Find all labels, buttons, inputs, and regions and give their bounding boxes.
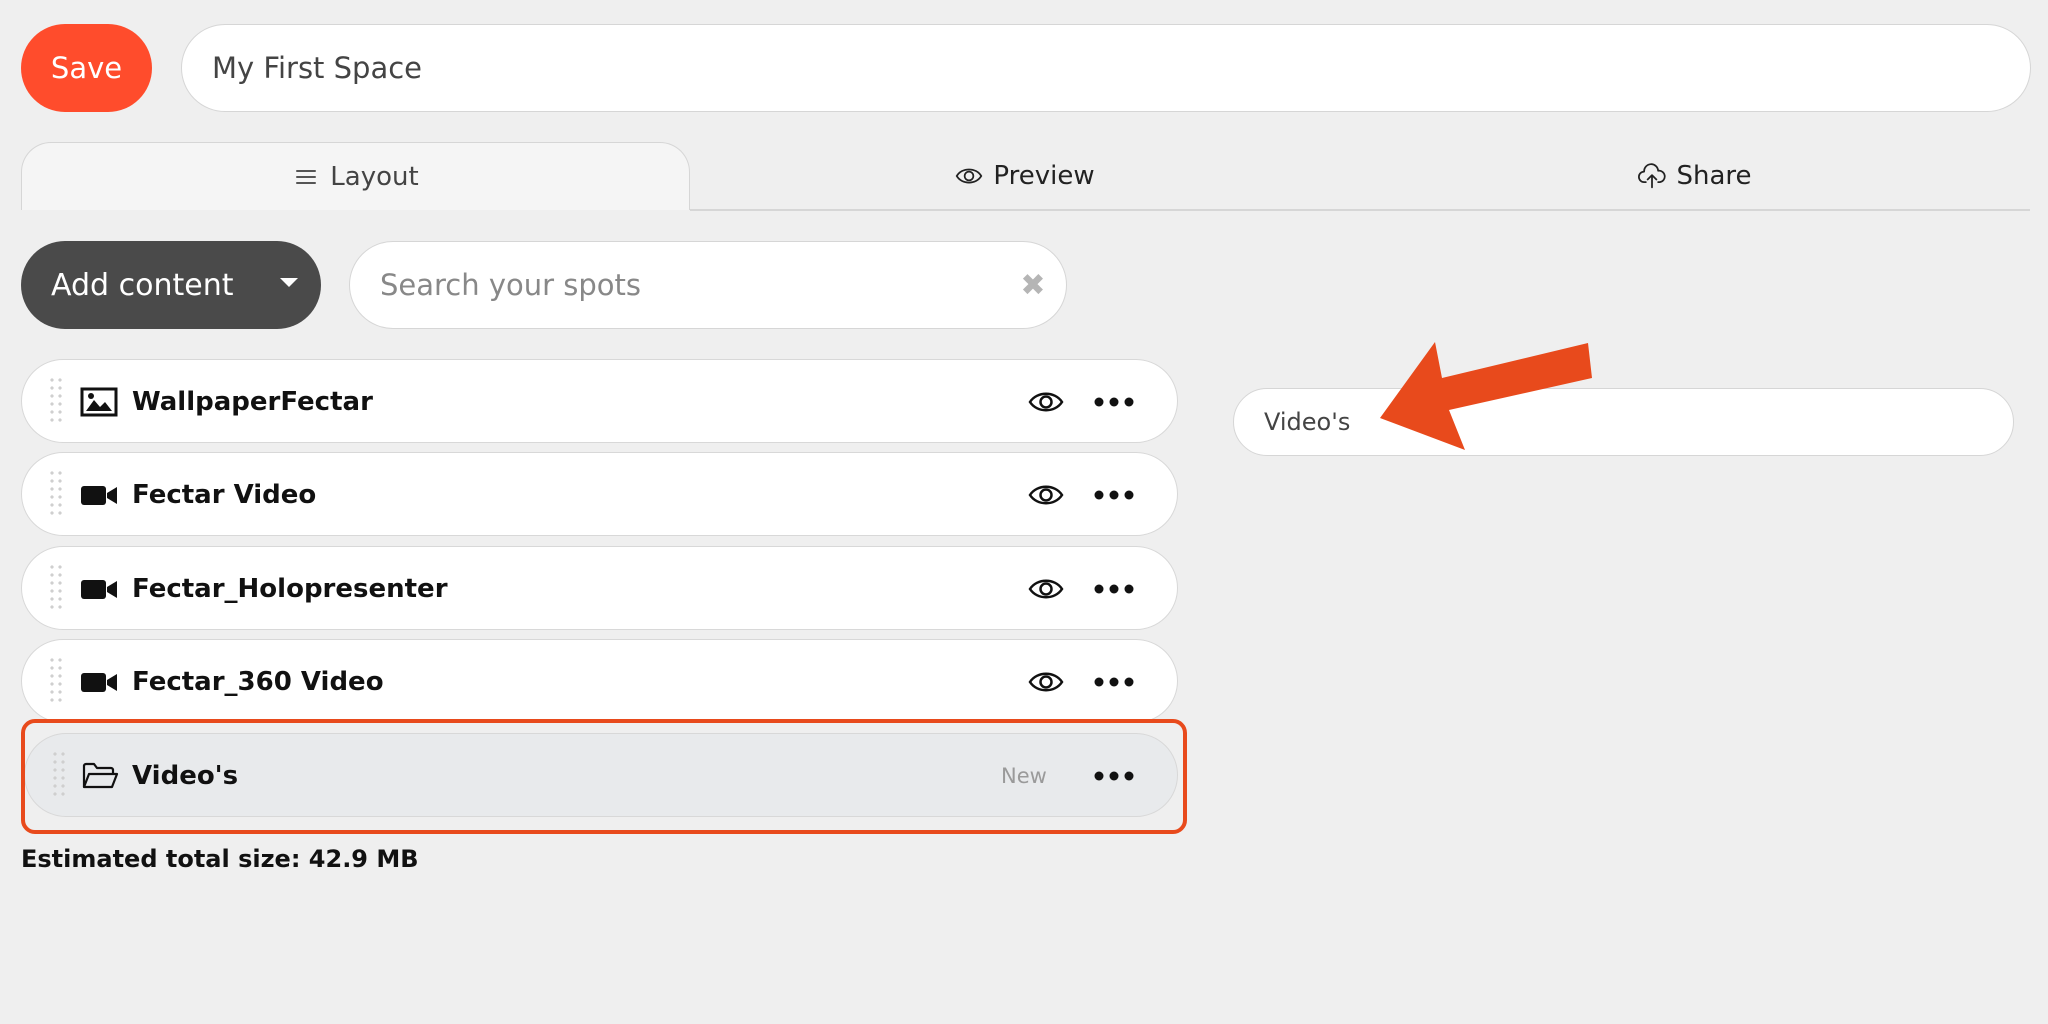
image-icon <box>80 386 118 418</box>
drag-handle-icon[interactable] <box>48 376 64 426</box>
drag-handle-icon[interactable] <box>51 750 67 800</box>
video-camera-icon <box>80 666 118 698</box>
more-options-icon[interactable] <box>1092 668 1136 696</box>
list-item-label: Fectar_360 Video <box>132 667 384 697</box>
list-item-label: Video's <box>132 761 239 791</box>
more-options-icon[interactable] <box>1092 762 1136 790</box>
cloud-upload-icon <box>1638 162 1667 190</box>
eye-icon[interactable] <box>1028 666 1064 698</box>
tab-layout[interactable]: Layout <box>21 142 690 210</box>
search-placeholder: Search your spots <box>380 268 642 302</box>
more-options-icon[interactable] <box>1092 388 1136 416</box>
tab-share[interactable]: Share <box>1360 142 2030 210</box>
estimated-total-size: Estimated total size: 42.9 MB <box>21 845 419 873</box>
drag-handle-icon[interactable] <box>48 469 64 519</box>
folder-name-input[interactable]: Video's <box>1233 388 2014 456</box>
folder-icon <box>81 760 119 792</box>
space-name-input[interactable]: My First Space <box>181 24 2031 112</box>
eye-icon <box>955 162 983 190</box>
tab-preview[interactable]: Preview <box>690 142 1360 210</box>
list-item[interactable]: WallpaperFectar <box>21 359 1178 443</box>
tab-share-label: Share <box>1676 161 1752 191</box>
caret-down-icon <box>280 278 298 287</box>
list-item-label: WallpaperFectar <box>132 387 373 417</box>
eye-icon[interactable] <box>1028 386 1064 418</box>
video-camera-icon <box>80 573 118 605</box>
tab-divider <box>690 209 2030 211</box>
eye-icon[interactable] <box>1028 573 1064 605</box>
drag-handle-icon[interactable] <box>48 563 64 613</box>
add-content-label: Add content <box>51 267 234 303</box>
menu-icon <box>292 163 320 191</box>
tab-preview-label: Preview <box>993 161 1095 191</box>
clear-search-icon[interactable]: ✖ <box>1018 268 1048 303</box>
list-item[interactable]: Fectar_Holopresenter <box>21 546 1178 630</box>
drag-handle-icon[interactable] <box>48 656 64 706</box>
video-camera-icon <box>80 479 118 511</box>
folder-list-item[interactable]: Video's New <box>24 733 1178 817</box>
list-item-label: Fectar Video <box>132 480 317 510</box>
tab-layout-label: Layout <box>330 161 419 192</box>
more-options-icon[interactable] <box>1092 481 1136 509</box>
eye-icon[interactable] <box>1028 479 1064 511</box>
search-input[interactable]: Search your spots <box>349 241 1067 329</box>
list-item-label: Fectar_Holopresenter <box>132 574 448 604</box>
add-content-button[interactable]: Add content <box>21 241 321 329</box>
save-button[interactable]: Save <box>21 24 152 112</box>
more-options-icon[interactable] <box>1092 575 1136 603</box>
annotation-arrow-icon <box>1380 338 1596 450</box>
list-item[interactable]: Fectar_360 Video <box>21 639 1178 723</box>
new-badge: New <box>1001 764 1047 788</box>
list-item[interactable]: Fectar Video <box>21 452 1178 536</box>
